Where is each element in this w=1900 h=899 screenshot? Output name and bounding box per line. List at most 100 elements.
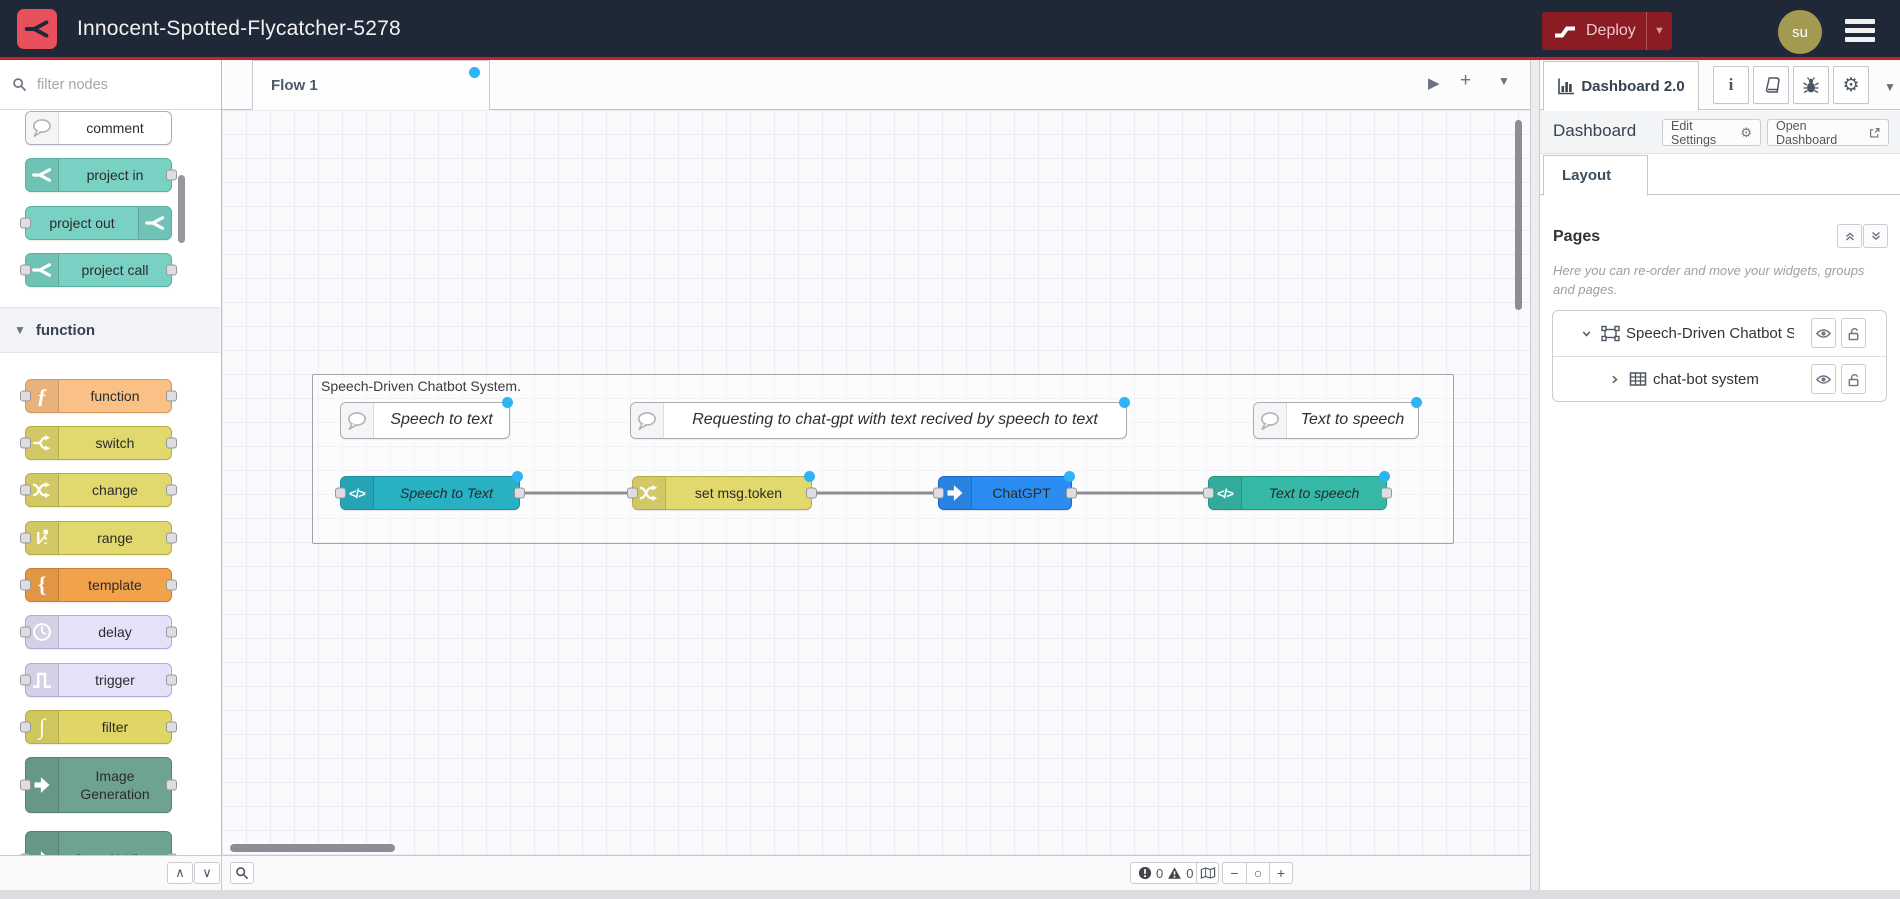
user-avatar[interactable]: su — [1778, 10, 1822, 54]
zoom-out-button[interactable]: − — [1223, 863, 1246, 883]
main-menu-button[interactable] — [1845, 19, 1875, 46]
flow-group-speech-driven-chatbot[interactable]: Speech-Driven Chatbot System. — [312, 374, 1454, 544]
palette-category-function[interactable]: ▼ function — [0, 307, 220, 353]
palette-node-delay[interactable]: delay — [20, 615, 177, 649]
issue-counts[interactable]: 0 0 — [1130, 862, 1202, 884]
project-icon — [26, 159, 59, 191]
visibility-toggle-button[interactable] — [1811, 364, 1836, 394]
palette-node-project-in[interactable]: project in — [25, 158, 177, 192]
comment-node[interactable]: Text to speech — [1253, 397, 1422, 439]
sidebar-splitter[interactable] — [1530, 60, 1540, 890]
output-port[interactable] — [166, 853, 177, 855]
zoom-in-button[interactable]: + — [1269, 863, 1292, 883]
debug-tab-button[interactable] — [1793, 66, 1829, 104]
output-port[interactable] — [806, 487, 817, 499]
output-port[interactable] — [166, 532, 177, 544]
input-port[interactable] — [20, 217, 31, 229]
output-port[interactable] — [1066, 487, 1077, 499]
help-tab-button[interactable] — [1753, 66, 1789, 104]
input-port[interactable] — [20, 532, 31, 544]
input-port[interactable] — [933, 487, 944, 499]
flow-node-set-msg-token[interactable]: set msg.token — [627, 471, 817, 510]
output-port[interactable] — [166, 484, 177, 496]
chevron-right-icon[interactable] — [1607, 373, 1621, 386]
tab-layout[interactable]: Layout — [1543, 155, 1648, 196]
output-port[interactable] — [514, 487, 525, 499]
comment-node[interactable]: Requesting to chat-gpt with text recived… — [630, 397, 1130, 439]
canvas-horizontal-scrollbar[interactable] — [230, 844, 395, 852]
open-dashboard-button[interactable]: Open Dashboard — [1767, 119, 1889, 147]
palette-filter-input[interactable] — [35, 75, 195, 94]
palette-node-range[interactable]: range — [20, 521, 177, 555]
input-port[interactable] — [20, 779, 31, 791]
tree-row-chat-bot-system[interactable]: chat-bot system — [1553, 356, 1886, 401]
config-tab-button[interactable]: ⚙ — [1833, 66, 1869, 104]
output-port[interactable] — [166, 721, 177, 733]
flow-canvas[interactable]: Speech-Driven Chatbot System. Speech to t… — [222, 110, 1530, 855]
comment-node[interactable]: Speech to text — [340, 397, 513, 439]
input-port[interactable] — [335, 487, 346, 499]
app-logo-icon[interactable] — [17, 8, 57, 49]
input-port[interactable] — [1203, 487, 1214, 499]
tab-scroll-right-icon[interactable]: ▶ — [1428, 74, 1440, 92]
palette-node-comment[interactable]: comment — [25, 111, 172, 145]
deploy-options-arrow[interactable]: ▼ — [1646, 12, 1672, 50]
add-flow-button[interactable]: + — [1460, 70, 1471, 92]
palette-node-filter[interactable]: ∫ filter — [20, 710, 177, 744]
input-port[interactable] — [20, 721, 31, 733]
output-port[interactable] — [166, 674, 177, 686]
output-port[interactable] — [166, 579, 177, 591]
flow-node-speech-to-text[interactable]: </> Speech to Text — [335, 471, 525, 510]
palette-node-openai-ubos[interactable]: OpenAI Ubos — [20, 831, 177, 855]
edit-settings-button[interactable]: Edit Settings ⚙ — [1662, 119, 1761, 147]
sidebar-menu-caret-icon[interactable]: ▼ — [1884, 80, 1896, 94]
output-port[interactable] — [166, 169, 177, 181]
tab-flow-1[interactable]: Flow 1 — [252, 60, 490, 110]
input-port[interactable] — [20, 437, 31, 449]
output-port[interactable] — [166, 437, 177, 449]
palette-node-trigger[interactable]: trigger — [20, 663, 177, 697]
tab-dashboard-2[interactable]: Dashboard 2.0 — [1543, 61, 1699, 111]
palette-node-project-call[interactable]: project call — [20, 253, 177, 287]
flow-node-text-to-speech[interactable]: </> Text to speech — [1203, 471, 1392, 510]
palette-node-switch[interactable]: switch — [20, 426, 177, 460]
palette-node-image-generation[interactable]: Image Generation — [20, 757, 177, 813]
output-port[interactable] — [166, 626, 177, 638]
palette-scrollbar[interactable] — [178, 175, 185, 243]
lock-toggle-button[interactable] — [1841, 318, 1866, 348]
lock-toggle-button[interactable] — [1841, 364, 1866, 394]
info-tab-button[interactable]: i — [1713, 66, 1749, 104]
palette-node-project-out[interactable]: project out — [20, 206, 172, 240]
input-port[interactable] — [20, 853, 31, 855]
palette-node-label: project call — [81, 261, 149, 278]
canvas-vertical-scrollbar[interactable] — [1515, 120, 1522, 310]
input-port[interactable] — [20, 390, 31, 402]
flow-node-chatgpt[interactable]: ChatGPT — [933, 471, 1077, 510]
expand-all-button[interactable] — [1863, 224, 1888, 248]
object-group-icon — [1601, 325, 1620, 342]
input-port[interactable] — [20, 579, 31, 591]
canvas-search-button[interactable] — [230, 862, 254, 884]
input-port[interactable] — [20, 674, 31, 686]
visibility-toggle-button[interactable] — [1811, 318, 1836, 348]
input-port[interactable] — [20, 626, 31, 638]
palette-node-change[interactable]: change — [20, 473, 177, 507]
output-port[interactable] — [166, 390, 177, 402]
input-port[interactable] — [20, 484, 31, 496]
chevron-down-icon[interactable] — [1579, 327, 1593, 340]
palette-collapse-up-button[interactable]: ∧ — [167, 862, 193, 884]
palette-node-function[interactable]: ƒ function — [20, 379, 177, 413]
flow-list-dropdown-icon[interactable]: ▼ — [1498, 74, 1510, 88]
output-port[interactable] — [166, 779, 177, 791]
input-port[interactable] — [627, 487, 638, 499]
input-port[interactable] — [20, 264, 31, 276]
output-port[interactable] — [1381, 487, 1392, 499]
tree-row-speech-driven-chatbot-system[interactable]: Speech-Driven Chatbot System — [1553, 311, 1886, 356]
zoom-reset-button[interactable]: ○ — [1246, 863, 1269, 883]
output-port[interactable] — [166, 264, 177, 276]
deploy-button[interactable]: Deploy ▼ — [1542, 12, 1672, 50]
palette-collapse-down-button[interactable]: ∨ — [194, 862, 220, 884]
collapse-all-button[interactable] — [1837, 224, 1862, 248]
palette-node-template[interactable]: {template — [20, 568, 177, 602]
navigator-toggle-button[interactable] — [1196, 862, 1219, 884]
